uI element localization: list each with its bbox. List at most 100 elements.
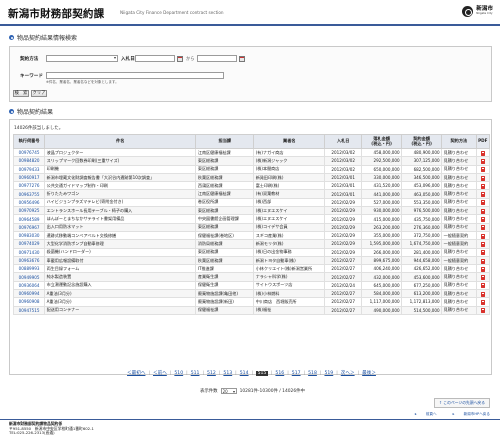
table-cell: 江南区健康福祉課 [195,189,255,199]
pager-page-link[interactable]: 513 [223,371,232,376]
pager-separator: | [303,370,306,376]
pdf-icon[interactable] [480,225,485,231]
pager-last-link[interactable]: 最後＞ [362,370,376,376]
calendar-icon[interactable] [177,55,183,62]
contract-id-link[interactable]: 00974029 [12,239,46,249]
back-to-top-link[interactable]: ↑ このページの先頭へ戻る [433,398,490,408]
pdf-icon[interactable] [480,233,485,239]
pdf-icon[interactable] [480,308,485,314]
pdf-icon[interactable] [480,200,485,206]
city-logo[interactable]: 新潟市 Niigata City [462,6,493,17]
pager-page-link[interactable]: 512 [207,371,216,376]
results-section-heading: 物品契約結果 [9,107,53,116]
pager-page-link[interactable]: 518 [308,371,317,376]
clear-button[interactable]: クリア [31,90,47,97]
pdf-icon[interactable] [480,150,485,156]
table-cell: (株)新潟ジャック [253,156,326,166]
table-cell: 307,125,000 [401,156,443,166]
contract-id-link[interactable]: 00889993 [12,264,46,274]
table-cell: (有)双葉教材 [253,189,326,199]
table-cell: 折りたたみワゴン [44,189,197,199]
home-link[interactable]: ▸ 新潟市HPへ戻る [445,412,490,417]
contract-id-link[interactable]: 00963755 [12,189,46,199]
contract-id-link[interactable]: 00977276 [12,181,46,191]
pdf-icon[interactable] [480,299,485,305]
table-cell: 2012/02/27 [324,289,363,299]
contract-id-link[interactable]: 00956496 [12,197,46,208]
table-cell: 2012/02/24 [324,280,363,291]
contract-id-link[interactable]: 00964589 [12,214,46,224]
calendar-icon[interactable] [239,55,245,62]
contract-id-link[interactable]: 00947515 [12,305,46,315]
table-cell: 2012/03/01 [324,172,363,183]
table-cell: A重油(3月分) [44,289,197,299]
pdf-icon[interactable] [480,217,485,223]
table-cell: 463,050,000 [401,189,443,199]
pager-prev-link[interactable]: ＜前へ [153,370,167,376]
table-cell: 中川商店 西堀販売所 [253,297,326,307]
pdf-icon[interactable] [480,283,485,289]
contract-id-link[interactable]: 00983030 [12,230,46,241]
contract-id-link[interactable]: 00960994 [12,289,46,299]
contract-id-link[interactable]: 00936064 [12,280,46,291]
pager-first-link[interactable]: ＜最初へ [127,370,145,376]
pdf-icon[interactable] [480,167,485,173]
table-cell: 新潟モリタ(株) [253,239,326,249]
date-from-input[interactable] [135,55,175,62]
back-link-text: 前頁へ [425,412,437,416]
logo-subtext: Niigata City [476,11,493,15]
column-header: 業者名 [253,134,326,149]
pdf-icon[interactable] [480,275,485,281]
contract-id-link[interactable]: 00970925 [12,206,46,216]
pdf-cell [475,147,491,158]
pager-page-link[interactable]: 514 [240,371,249,376]
table-cell: 見積り合わせ [441,305,477,315]
table-cell: 見積り合わせ [441,272,477,282]
pdf-icon[interactable] [480,241,485,247]
contract-id-link[interactable]: 00976745 [12,147,46,158]
pdf-icon[interactable] [480,183,485,189]
contract-id-link[interactable]: 00963676 [12,255,46,266]
per-page-select[interactable]: 20 [220,388,237,394]
table-row: 00976745 液晶プロジェクター 江南区健康福祉課 (有)ナガイ商店 2012/03… [12,147,491,158]
chevron-down-icon [114,57,116,59]
table-cell: 巻区役所課 [195,197,255,208]
contract-method-select[interactable] [46,55,118,62]
contract-id-link[interactable]: 00984820 [12,156,46,166]
pdf-icon[interactable] [480,266,485,272]
pdf-icon[interactable] [480,158,485,164]
contract-method-label: 契約方法 [20,57,39,62]
search-button[interactable]: 検 索 [13,90,29,97]
table-row: 00984820 スリップマーク回数券印刷(三重サイズ) 東区総務課 (株)新潟ジャッ… [12,156,491,166]
results-panel: 14026件該当しました。 執行伺番号 件名 担当課 業者名 入札日 落札金額 (税込・円… [9,119,492,376]
pdf-icon[interactable] [480,208,485,214]
table-cell: 東区総務課 [195,222,255,232]
pager-page-link[interactable]: 510 [174,371,183,376]
pager-next-link[interactable]: 次へ＞ [341,370,355,376]
table-cell: 見積り合わせ [441,181,477,191]
date-to-input[interactable] [197,55,237,62]
pdf-cell [475,280,491,291]
pager-page-link[interactable]: 517 [292,371,301,376]
pager-page-link[interactable]: 511 [191,371,200,376]
back-link[interactable]: ▸ 前頁へ [407,412,437,417]
table-row: 00960917 新潟市埋蔵文化財調査報告書「大沢谷内遺跡第10次調査」 秋葉区総務… [12,172,491,183]
contract-id-link[interactable]: 00976967 [12,222,46,232]
table-cell: (株)本間商店 [253,164,326,174]
pdf-icon[interactable] [480,250,485,256]
contract-id-link[interactable]: 00979433 [12,164,46,174]
contract-id-link[interactable]: 00960908 [12,297,46,307]
contract-id-link[interactable]: 00960917 [12,172,46,183]
pdf-icon[interactable] [480,258,485,264]
pager-page-link[interactable]: 519 [324,371,333,376]
pdf-icon[interactable] [480,175,485,181]
pager-page-link[interactable]: 516 [275,371,284,376]
contract-id-link[interactable]: 00949905 [12,272,46,282]
pager-separator: | [319,370,322,376]
pager-page-link[interactable]: 515 [256,370,268,376]
pdf-icon[interactable] [480,291,485,297]
table-cell: 2012/02/27 [324,272,363,282]
keyword-input[interactable] [46,72,224,79]
pdf-icon[interactable] [480,192,485,198]
contract-id-link[interactable]: 00971430 [12,247,46,257]
